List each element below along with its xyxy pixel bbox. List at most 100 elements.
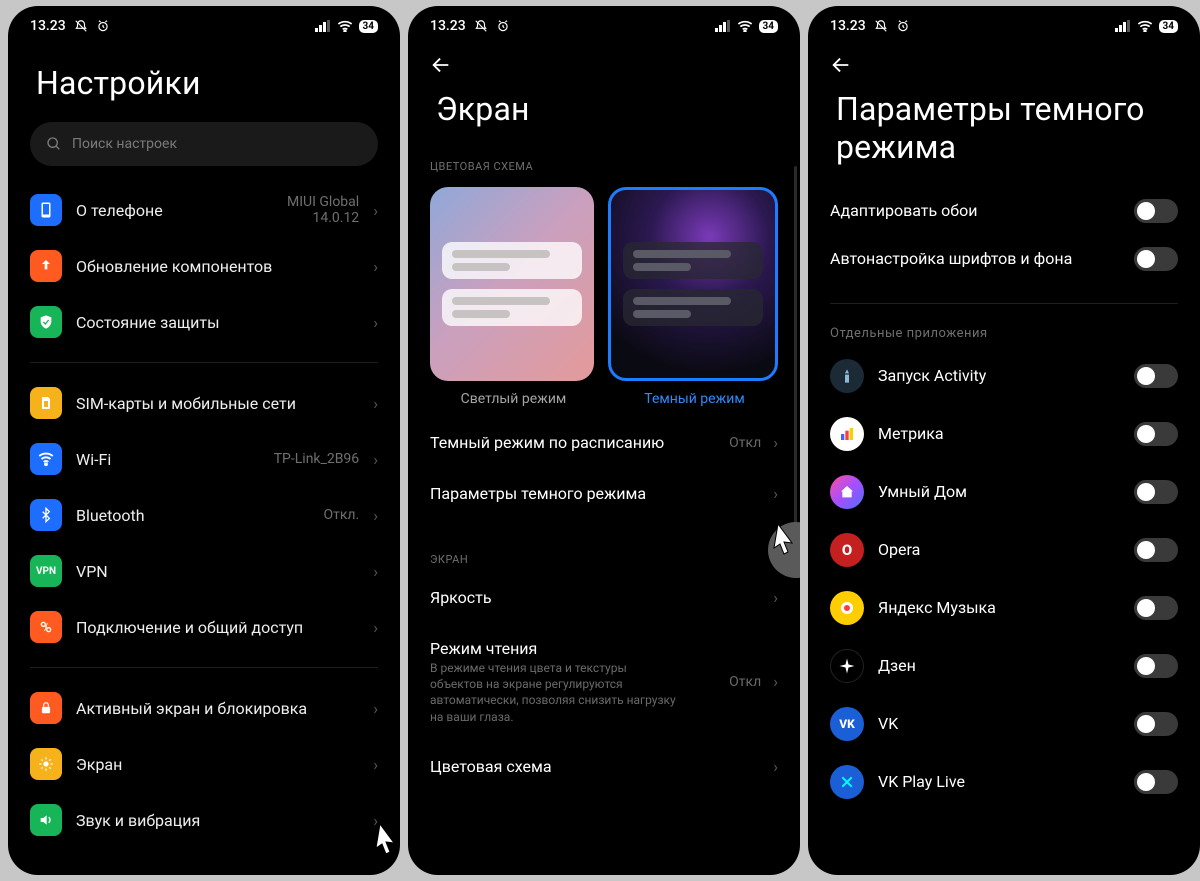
chevron-right-icon: › (773, 484, 778, 503)
toggle[interactable] (1134, 712, 1178, 736)
row-lockscreen[interactable]: Активный экран и блокировка › (20, 680, 388, 736)
toggle[interactable] (1134, 538, 1178, 562)
app-icon-yandex-music (830, 591, 864, 625)
row-adapt-wallpaper[interactable]: Адаптировать обои (808, 181, 1200, 235)
share-icon (30, 611, 62, 643)
toggle[interactable] (1134, 596, 1178, 620)
divider (30, 667, 378, 668)
row-app-metrica[interactable]: Метрика (808, 405, 1200, 463)
battery-icon: 34 (1159, 20, 1178, 33)
app-icon-vk-play (830, 765, 864, 799)
chevron-right-icon: › (373, 755, 378, 774)
wifi-icon (1137, 20, 1153, 32)
toggle[interactable] (1134, 247, 1178, 271)
row-display[interactable]: Экран › (20, 736, 388, 792)
app-icon-dzen (830, 649, 864, 683)
theme-labels: Светлый режим Темный режим (408, 387, 800, 417)
row-app-opera[interactable]: O Opera (808, 521, 1200, 579)
chevron-right-icon: › (773, 757, 778, 776)
page-title: Экран (408, 80, 800, 142)
chevron-right-icon: › (373, 450, 378, 469)
divider (830, 303, 1178, 304)
toggle[interactable] (1134, 364, 1178, 388)
theme-cards (408, 179, 800, 387)
phone-icon (30, 194, 62, 226)
toggle[interactable] (1134, 480, 1178, 504)
theme-label-dark: Темный режим (611, 391, 778, 407)
app-icon-metrica (830, 417, 864, 451)
signal-icon (315, 20, 331, 32)
row-app-vk[interactable]: VK VK (808, 695, 1200, 753)
statusbar: 13.23 34 (808, 6, 1200, 38)
row-update[interactable]: Обновление компонентов › (20, 238, 388, 294)
search-icon (46, 136, 62, 152)
row-vpn[interactable]: VPN VPN › (20, 543, 388, 599)
back-button[interactable] (808, 38, 1200, 80)
row-app-smart-home[interactable]: Умный Дом (808, 463, 1200, 521)
row-security[interactable]: Состояние защиты › (20, 294, 388, 350)
update-icon (30, 250, 62, 282)
row-dark-schedule[interactable]: Темный режим по расписанию Откл › (408, 417, 800, 468)
status-time: 13.23 (830, 18, 866, 34)
toggle[interactable] (1134, 422, 1178, 446)
row-connection[interactable]: Подключение и общий доступ › (20, 599, 388, 655)
app-icon-opera: O (830, 533, 864, 567)
alarm-icon (496, 19, 510, 33)
phone-display: 13.23 34 Экран ЦВЕТОВАЯ СХЕМА Светлый ре… (408, 6, 800, 875)
row-bluetooth[interactable]: Bluetooth Откл. › (20, 487, 388, 543)
row-wifi[interactable]: Wi-Fi TP-Link_2B96 › (20, 431, 388, 487)
row-app-yandex-music[interactable]: Яндекс Музыка (808, 579, 1200, 637)
row-app-dzen[interactable]: Дзен (808, 637, 1200, 695)
shield-icon (30, 306, 62, 338)
chevron-right-icon: › (373, 313, 378, 332)
phone-settings: 13.23 34 Настройки Поиск настроек О теле… (8, 6, 400, 875)
chevron-right-icon: › (773, 433, 778, 452)
signal-icon (1115, 20, 1131, 32)
battery-icon: 34 (759, 20, 778, 33)
lock-icon (30, 692, 62, 724)
settings-group-1: О телефоне MIUI Global 14.0.12 › Обновле… (8, 182, 400, 350)
settings-group-2: SIM-карты и мобильные сети › Wi-Fi TP-Li… (8, 375, 400, 655)
section-color-scheme: ЦВЕТОВАЯ СХЕМА (408, 142, 800, 179)
chevron-right-icon: › (373, 562, 378, 581)
toggle[interactable] (1134, 770, 1178, 794)
wifi-icon (337, 20, 353, 32)
row-color-scheme[interactable]: Цветовая схема › (408, 741, 800, 792)
chevron-right-icon: › (373, 506, 378, 525)
phone-darkmode-params: 13.23 34 Параметры темного режима Адапти… (808, 6, 1200, 875)
settings-group-3: Активный экран и блокировка › Экран › Зв… (8, 680, 400, 848)
page-title: Параметры темного режима (808, 80, 1200, 181)
search-input[interactable]: Поиск настроек (30, 122, 378, 166)
row-about-phone[interactable]: О телефоне MIUI Global 14.0.12 › (20, 182, 388, 238)
alarm-icon (96, 19, 110, 33)
app-icon-vk: VK (830, 707, 864, 741)
vpn-icon: VPN (30, 555, 62, 587)
page-title: Настройки (8, 38, 400, 116)
chevron-right-icon: › (373, 201, 378, 220)
row-brightness[interactable]: Яркость › (408, 572, 800, 623)
app-icon-activity (830, 359, 864, 393)
row-app-activity[interactable]: Запуск Activity (808, 347, 1200, 405)
theme-label-light: Светлый режим (430, 391, 597, 407)
row-sound[interactable]: Звук и вибрация › (20, 792, 388, 848)
sim-icon (30, 387, 62, 419)
theme-card-light[interactable] (430, 187, 594, 381)
scrollbar[interactable] (794, 166, 797, 566)
row-sim[interactable]: SIM-карты и мобильные сети › (20, 375, 388, 431)
row-dark-params[interactable]: Параметры темного режима › (408, 468, 800, 519)
row-auto-fonts[interactable]: Автонастройка шрифтов и фона (808, 235, 1200, 283)
chevron-right-icon: › (373, 394, 378, 413)
chevron-right-icon: › (373, 699, 378, 718)
mute-icon (874, 19, 888, 33)
statusbar: 13.23 34 (8, 6, 400, 38)
theme-card-dark[interactable] (608, 187, 778, 381)
back-button[interactable] (408, 38, 800, 80)
chevron-right-icon: › (373, 811, 378, 830)
toggle[interactable] (1134, 199, 1178, 223)
toggle[interactable] (1134, 654, 1178, 678)
app-icon-smart-home (830, 475, 864, 509)
status-time: 13.23 (30, 18, 66, 34)
wifi-icon (737, 20, 753, 32)
row-app-vk-play[interactable]: VK Play Live (808, 753, 1200, 811)
row-reading-mode[interactable]: Режим чтения В режиме чтения цвета и тек… (408, 623, 800, 741)
